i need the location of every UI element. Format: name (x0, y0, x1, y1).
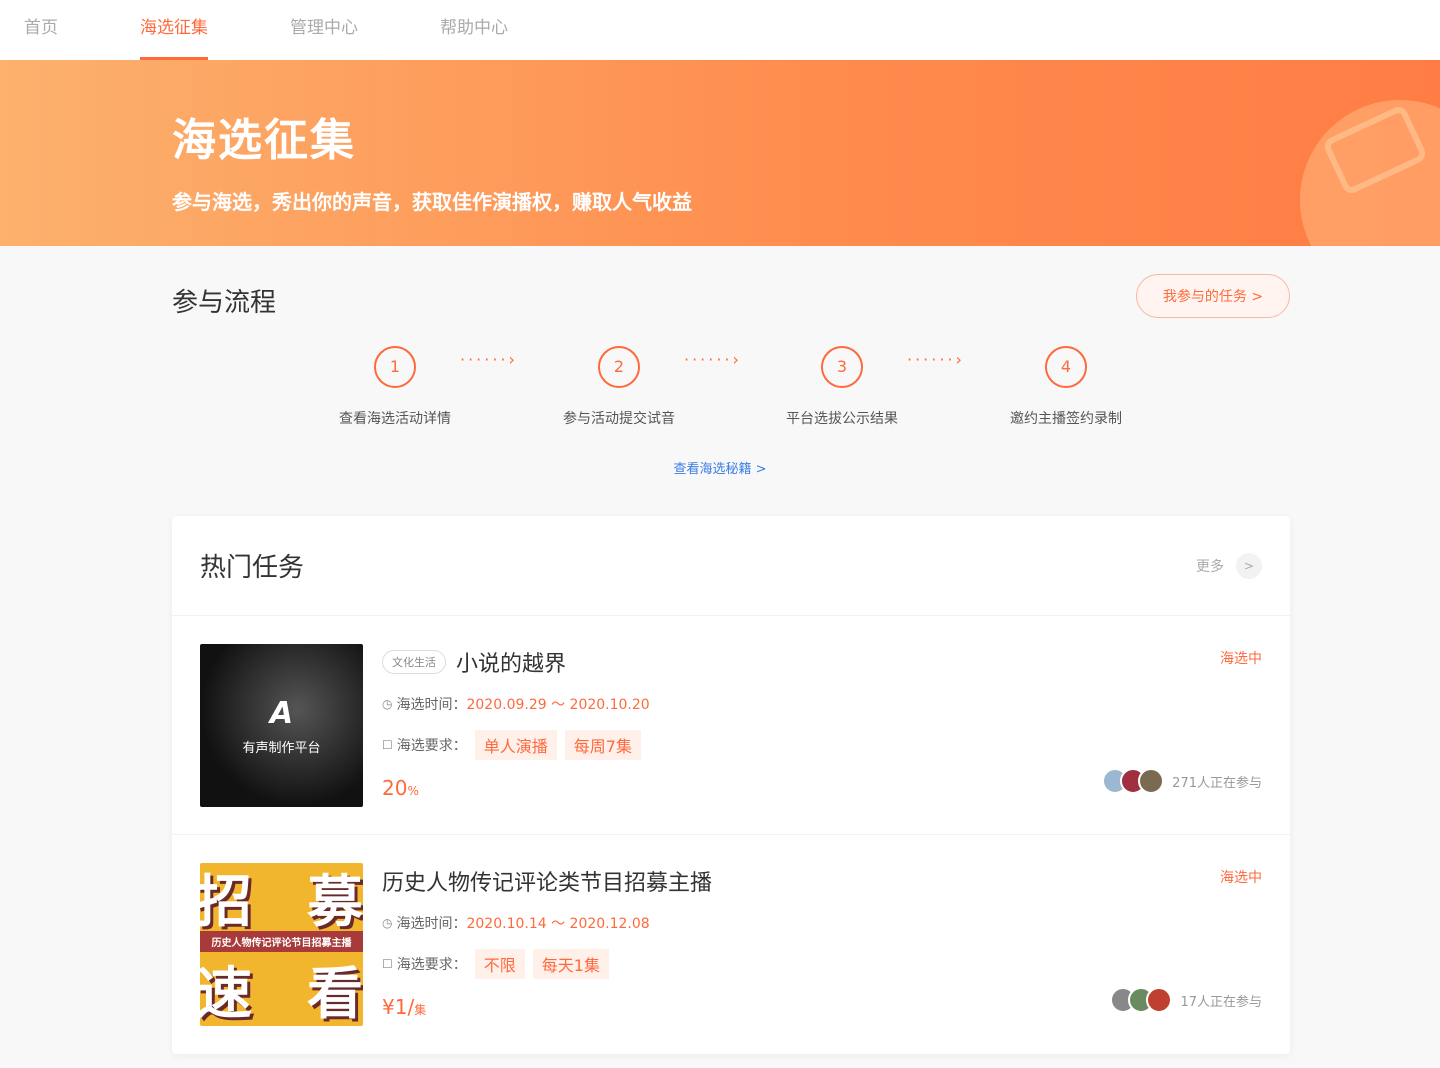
time-label: 海选时间： (396, 913, 466, 933)
arrow-icon: ······› (907, 350, 965, 369)
step-2: 2 参与活动提交试音 (539, 346, 699, 428)
step-3: 3 平台选拔公示结果 (762, 346, 922, 428)
requirement-icon: ☐ (382, 738, 393, 752)
nav-help[interactable]: 帮助中心 (440, 0, 508, 60)
status-badge: 海选中 (1220, 867, 1262, 887)
more-button[interactable]: 更多 > (1196, 553, 1262, 579)
time-label: 海选时间： (396, 694, 466, 714)
req-chip: 单人演播 (475, 730, 557, 760)
thumb-logo: A (270, 696, 293, 731)
avatar (1146, 987, 1172, 1013)
thumb-char: 看 (307, 949, 363, 1026)
task-item[interactable]: 招 募 速 看 历史人物传记评论节目招募主播 历史人物传记评论类节目招募主播 ◷… (172, 835, 1290, 1054)
step-number: 4 (1045, 346, 1087, 388)
tips-link[interactable]: 查看海选秘籍 > (0, 458, 1440, 477)
participants-count: 271人正在参与 (1172, 772, 1262, 791)
thumb-char: 募 (307, 863, 363, 938)
nav-manage[interactable]: 管理中心 (290, 0, 358, 60)
step-label: 查看海选活动详情 (315, 408, 475, 428)
participants: 17人正在参与 (1118, 987, 1262, 1013)
arrow-icon: ······› (460, 350, 518, 369)
thumb-text: 历史人物传记评论节目招募主播 (200, 931, 363, 952)
banner: 海选征集 参与海选，秀出你的声音，获取佳作演播权，赚取人气收益 (0, 60, 1440, 246)
banner-title: 海选征集 (172, 104, 1440, 168)
avatar (1138, 768, 1164, 794)
clock-icon: ◷ (382, 916, 392, 930)
clock-icon: ◷ (382, 697, 392, 711)
task-item[interactable]: A 有声制作平台 文化生活小说的越界 ◷ 海选时间：2020.09.29 ～ 202… (172, 616, 1290, 835)
nav-casting[interactable]: 海选征集 (140, 0, 208, 60)
thumb-char: 速 (200, 949, 252, 1026)
step-1: 1 查看海选活动详情 (315, 346, 475, 428)
step-label: 邀约主播签约录制 (986, 408, 1146, 428)
step-number: 2 (598, 346, 640, 388)
req-label: 海选要求： (397, 954, 467, 974)
req-chip: 每周7集 (565, 730, 641, 760)
time-value: 2020.10.14 ～ 2020.12.08 (466, 913, 649, 933)
arrow-icon: ······› (684, 350, 742, 369)
hot-tasks-title: 热门任务 (200, 547, 304, 584)
thumb-char: 招 (200, 863, 252, 938)
status-badge: 海选中 (1220, 648, 1262, 668)
participants: 271人正在参与 (1110, 768, 1262, 794)
chevron-right-icon: > (1236, 553, 1262, 579)
task-price: 20% (382, 776, 419, 800)
task-title[interactable]: 历史人物传记评论类节目招募主播 (382, 865, 712, 897)
requirement-icon: ☐ (382, 957, 393, 971)
task-thumbnail[interactable]: A 有声制作平台 (200, 644, 363, 807)
hot-tasks-card: 热门任务 更多> A有声制作平台 文化生活小说的越界 ◷海选时间：2020.09… (172, 516, 1290, 1054)
nav-home[interactable]: 首页 (24, 0, 58, 60)
task-price: ¥1/集 (382, 995, 426, 1019)
more-label: 更多 (1196, 556, 1224, 576)
step-number: 1 (374, 346, 416, 388)
req-chip: 每天1集 (533, 949, 609, 979)
banner-subtitle: 参与海选，秀出你的声音，获取佳作演播权，赚取人气收益 (172, 186, 1440, 215)
req-chip: 不限 (475, 949, 525, 979)
step-4: 4 邀约主播签约录制 (986, 346, 1146, 428)
task-thumbnail[interactable]: 招 募 速 看 历史人物传记评论节目招募主播 (200, 863, 363, 1026)
thumb-text: 有声制作平台 (242, 737, 320, 756)
top-nav: 首页 海选征集 管理中心 帮助中心 (0, 0, 1440, 60)
task-title[interactable]: 小说的越界 (456, 646, 566, 678)
req-label: 海选要求： (397, 735, 467, 755)
participants-count: 17人正在参与 (1180, 991, 1262, 1010)
process-title: 参与流程 (172, 282, 276, 319)
step-number: 3 (821, 346, 863, 388)
my-tasks-button[interactable]: 我参与的任务 > (1136, 274, 1290, 318)
step-label: 参与活动提交试音 (539, 408, 699, 428)
step-label: 平台选拔公示结果 (762, 408, 922, 428)
time-value: 2020.09.29 ～ 2020.10.20 (466, 694, 649, 714)
category-tag: 文化生活 (382, 650, 446, 674)
